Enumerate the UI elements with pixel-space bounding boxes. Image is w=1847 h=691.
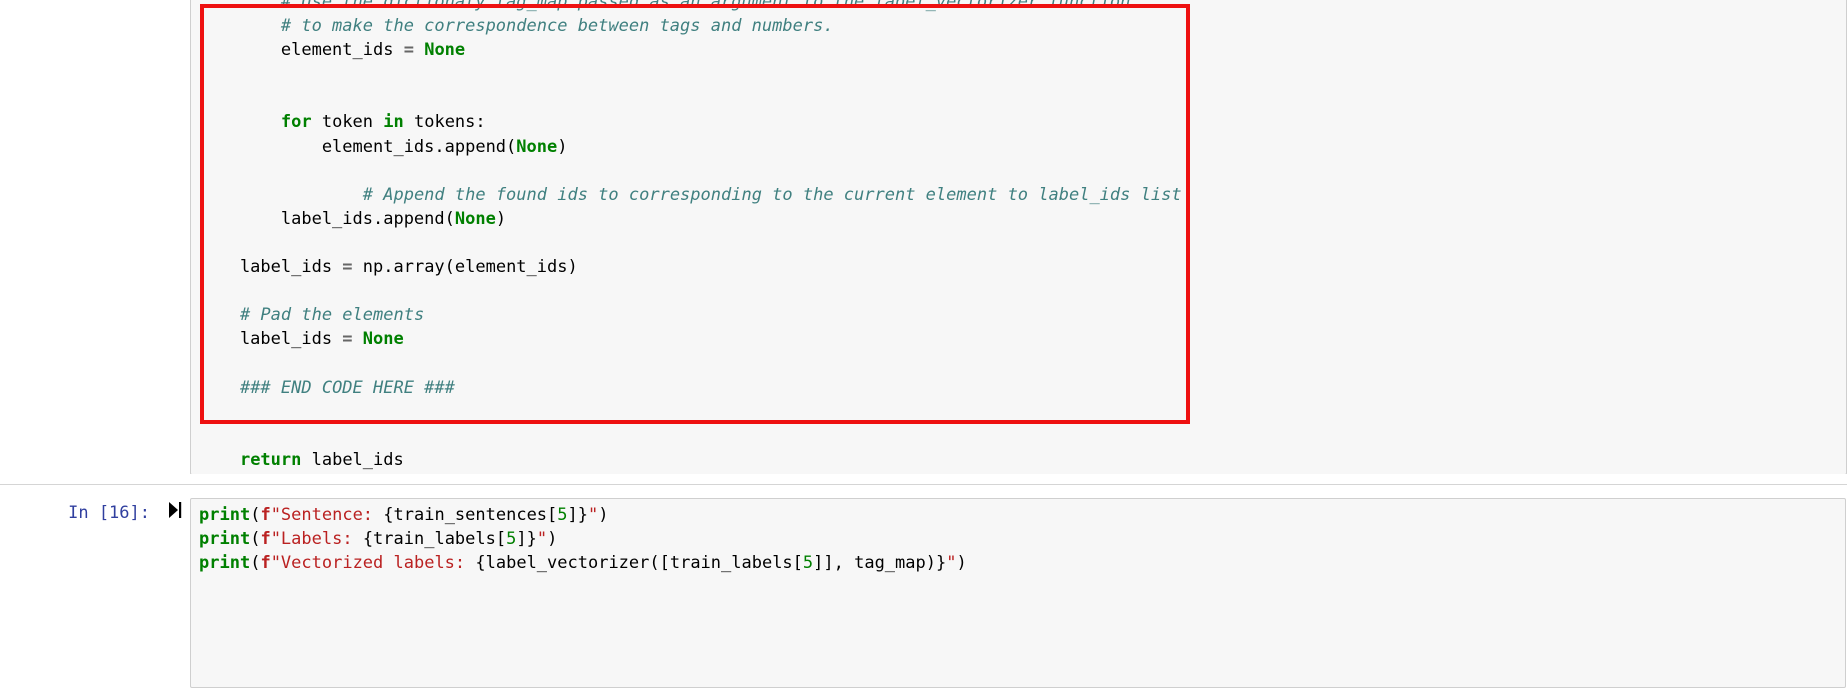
string-literal: "Vectorized labels: [270,553,476,574]
string-literal: "Sentence: [270,505,384,525]
code-editor-top[interactable]: # Use the dictionaty tag_map passed as a… [190,0,1847,475]
operator-assign: = [342,257,353,278]
code-comment-end-marker: ### END CODE HERE ### [239,377,455,398]
run-cell-icon[interactable] [168,501,182,521]
fstring-prefix: f [260,529,271,550]
code-comment-line: # Use the dictionaty tag_map passed as a… [199,0,1131,12]
code-comment-line: # to make the correspondence between tag… [199,16,834,37]
keyword-return: return [239,449,302,470]
notebook-canvas: # Use the dictionaty tag_map passed as a… [0,0,1847,691]
cell-prompt-bottom: In [16]: [0,498,190,525]
number-literal: 5 [506,529,517,550]
fstring-prefix: f [260,505,271,525]
cell-spacer [0,474,1847,475]
keyword-for: for [280,112,312,133]
code-comment-line: # Pad the elements [239,305,425,326]
code-content-bottom[interactable]: print(f"Sentence: {train_sentences[5]}")… [199,503,1841,575]
cell-divider [0,484,1847,485]
function-print: print [199,553,251,574]
code-cell-print-demo[interactable]: In [16]: print(f"Sentence: {train_senten… [0,486,1847,691]
code-cell-label-vectorizer[interactable]: # Use the dictionaty tag_map passed as a… [0,0,1847,475]
operator-assign: = [342,329,353,350]
string-literal: " [536,529,548,550]
fstring-prefix: f [260,553,271,574]
string-literal: " [946,553,957,574]
function-print: print [199,529,251,550]
number-literal: 5 [557,505,568,525]
keyword-none: None [454,208,496,229]
keyword-none: None [516,136,558,157]
code-content-top[interactable]: # Use the dictionaty tag_map passed as a… [199,0,1842,472]
code-comment-line: # Append the found ids to corresponding … [280,184,1182,205]
function-print: print [199,505,251,525]
number-literal: 5 [802,553,814,574]
operator-assign: = [403,40,414,61]
prompt-label-bottom: In [16]: [68,503,150,523]
code-editor-bottom[interactable]: print(f"Sentence: {train_sentences[5]}")… [190,498,1846,688]
keyword-none: None [424,40,466,61]
keyword-none: None [362,329,404,350]
keyword-in: in [383,112,404,133]
string-literal: "Labels: [270,529,363,550]
string-literal: " [588,505,599,525]
